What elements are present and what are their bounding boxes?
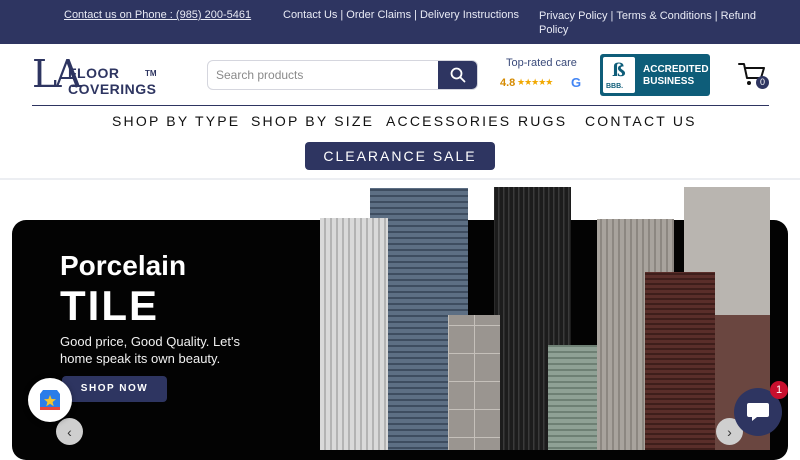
cart-button[interactable]: 0: [737, 60, 771, 90]
separator: |: [610, 10, 614, 22]
reviews-widget-button[interactable]: [28, 378, 72, 422]
hero-title-line1: Porcelain: [60, 250, 187, 281]
bbb-seal-icon: ß BBB.: [603, 57, 635, 93]
chevron-left-icon: ‹: [67, 423, 72, 440]
separator: |: [414, 9, 417, 21]
bbb-line2: BUSINESS: [643, 76, 695, 87]
bbb-text: ACCREDITED BUSINESS: [643, 64, 709, 88]
rating-label: Top-rated care: [506, 57, 577, 69]
topbar-links-right: Privacy Policy | Terms & Conditions | Refund…: [539, 9, 769, 37]
search-button[interactable]: [438, 61, 477, 89]
bbb-accredited-badge[interactable]: ß BBB. ACCREDITED BUSINESS: [600, 54, 710, 96]
header-divider: [32, 105, 769, 106]
chat-notification-badge: 1: [770, 381, 788, 399]
slider-prev-button[interactable]: ‹: [56, 418, 83, 445]
google-rating[interactable]: Top-rated care 4.8 ★★★★★ G: [498, 57, 588, 97]
topbar-links-mid: Contact Us | Order Claims | Delivery Instruc…: [283, 9, 519, 21]
logo-line1: FLOOR: [68, 65, 120, 81]
hero-tile-image: [320, 187, 770, 450]
bbb-seal-mark: ß: [612, 60, 626, 81]
nav-rugs[interactable]: RUGS: [518, 113, 567, 129]
order-claims-link[interactable]: Order Claims: [346, 9, 411, 21]
chat-icon: [747, 403, 769, 421]
nav-shop-by-type[interactable]: SHOP BY TYPE: [112, 113, 240, 129]
nav-shop-by-size[interactable]: SHOP BY SIZE: [251, 113, 374, 129]
rating-score: 4.8: [500, 77, 516, 89]
bbb-seal-text: BBB.: [606, 83, 624, 90]
logo-trademark: TM: [145, 69, 157, 78]
separator: |: [714, 10, 718, 22]
announcement-bar: Contact us on Phone : (985) 200-5461 Con…: [0, 0, 800, 44]
separator: |: [340, 9, 344, 21]
nav-contact-us[interactable]: CONTACT US: [585, 113, 697, 129]
cart-count-badge: 0: [756, 76, 769, 89]
bbb-line1: ACCREDITED: [643, 64, 709, 75]
nav-accessories[interactable]: ACCESSORIES: [386, 113, 511, 129]
shop-now-button[interactable]: SHOP NOW: [62, 376, 167, 402]
terms-conditions-link[interactable]: Terms & Conditions: [616, 10, 711, 22]
phone-link[interactable]: Contact us on Phone : (985) 200-5461: [64, 9, 251, 21]
contact-us-link[interactable]: Contact Us: [283, 9, 337, 21]
search-icon: [450, 67, 465, 83]
search-bar: [207, 60, 478, 90]
clearance-sale-button[interactable]: CLEARANCE SALE: [305, 142, 495, 170]
privacy-policy-link[interactable]: Privacy Policy: [539, 10, 607, 22]
rating-stars: ★★★★★: [517, 77, 553, 87]
header-bottom-border: [0, 178, 800, 180]
hero-description: Good price, Good Quality. Let's home spe…: [60, 334, 241, 366]
review-badge-icon: [40, 390, 60, 410]
search-input[interactable]: [208, 61, 440, 89]
google-icon: G: [571, 75, 582, 90]
site-logo[interactable]: LA FLOOR COVERINGS TM: [32, 52, 162, 100]
main-nav: SHOP BY TYPE SHOP BY SIZE ACCESSORIES RU…: [0, 113, 800, 133]
logo-line2: COVERINGS: [68, 81, 157, 97]
delivery-instructions-link[interactable]: Delivery Instructions: [420, 9, 519, 21]
hero-title-line2: TILE: [60, 282, 159, 329]
chevron-right-icon: ›: [727, 423, 732, 440]
